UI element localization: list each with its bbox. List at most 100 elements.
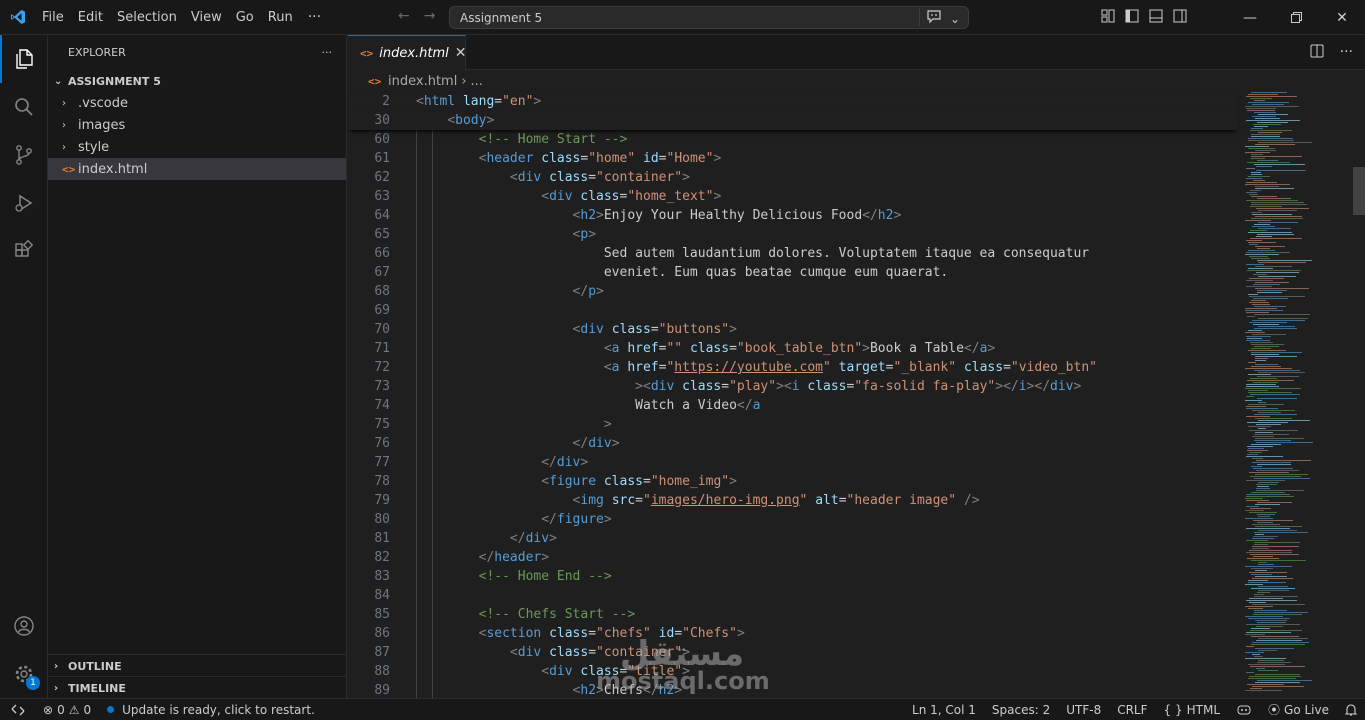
minimap[interactable]	[1241, 92, 1351, 698]
minimap-line	[1254, 656, 1263, 657]
chevron-down-icon[interactable]: ⌄	[950, 12, 960, 26]
code-line[interactable]: 80 </figure>	[348, 510, 1238, 529]
menu-selection[interactable]: Selection	[110, 0, 184, 35]
minimap-line	[1245, 254, 1279, 255]
encoding[interactable]: UTF-8	[1058, 703, 1109, 717]
code-line[interactable]: 69	[348, 301, 1238, 320]
minimap-line	[1258, 562, 1267, 563]
code-line[interactable]: 82 </header>	[348, 548, 1238, 567]
minimap-line	[1254, 314, 1310, 315]
close-icon[interactable]: ✕	[455, 45, 467, 61]
code-line[interactable]: 79 <img src="images/hero-img.png" alt="h…	[348, 491, 1238, 510]
more-actions-button[interactable]: ···	[1340, 44, 1353, 62]
code-line[interactable]: 78 <figure class="home_img">	[348, 472, 1238, 491]
code-line[interactable]: 66 Sed autem laudantium dolores. Volupta…	[348, 244, 1238, 263]
code-line[interactable]: 65 <p>	[348, 225, 1238, 244]
editor-area: <> index.html ✕ ··· <> index.html › ... …	[348, 35, 1365, 698]
sticky-scroll-line[interactable]: 30 <body>	[348, 111, 1238, 130]
sticky-scroll-line[interactable]: 2 <html lang="en">	[348, 92, 1238, 111]
language-mode[interactable]: { } HTML	[1156, 703, 1229, 717]
code-line[interactable]: 63 <div class="home_text">	[348, 187, 1238, 206]
code-line[interactable]: 64 <h2>Enjoy Your Healthy Delicious Food…	[348, 206, 1238, 225]
command-center[interactable]: Assignment 5 ⌄	[449, 6, 969, 29]
code-line[interactable]: 73 ><div class="play"><i class="fa-solid…	[348, 377, 1238, 396]
minimap-line	[1257, 662, 1291, 663]
copilot-chat-icon[interactable]	[926, 10, 942, 27]
accounts-icon[interactable]	[0, 602, 48, 650]
code-line[interactable]: 76 </div>	[348, 434, 1238, 453]
tree-folder-vscode[interactable]: › .vscode	[48, 92, 346, 114]
minimap-line	[1253, 298, 1288, 299]
code-line[interactable]: 77 </div>	[348, 453, 1238, 472]
code-line[interactable]: 68 </p>	[348, 282, 1238, 301]
go-live-button[interactable]: ⦿ Go Live	[1260, 701, 1337, 718]
problems-indicator[interactable]: ⊗ 0 ⚠ 0	[35, 703, 99, 717]
cursor-position[interactable]: Ln 1, Col 1	[904, 703, 984, 717]
code-line[interactable]: 67 eveniet. Eum quas beatae cumque eum q…	[348, 263, 1238, 282]
update-notification[interactable]: Update is ready, click to restart.	[99, 703, 323, 717]
explorer-icon[interactable]	[0, 35, 48, 83]
line-source: <!-- Home End -->	[478, 569, 612, 584]
breadcrumb-file[interactable]: index.html	[388, 74, 457, 89]
minimap-line	[1254, 542, 1300, 543]
tab-index-html[interactable]: <> index.html ✕	[348, 35, 467, 70]
copilot-status-icon[interactable]	[1228, 703, 1260, 717]
code-line[interactable]: 61 <header class="home" id="Home">	[348, 149, 1238, 168]
indentation[interactable]: Spaces: 2	[984, 703, 1058, 717]
tree-file-index-html[interactable]: <> index.html	[48, 158, 346, 180]
workspace-folder[interactable]: ⌄ ASSIGNMENT 5	[48, 70, 346, 92]
code-line[interactable]: 60 <!-- Home Start -->	[348, 130, 1238, 149]
source-control-icon[interactable]	[0, 131, 48, 179]
menu-go[interactable]: Go	[229, 0, 261, 35]
menu-more-button[interactable]: ···	[300, 9, 329, 25]
split-editor-icon[interactable]	[1310, 44, 1324, 62]
line-number: 67	[374, 265, 390, 280]
extensions-icon[interactable]	[0, 227, 48, 275]
toggle-secondary-sidebar-icon[interactable]	[1173, 9, 1187, 27]
manage-gear-icon[interactable]: 1	[0, 650, 48, 698]
menu-file[interactable]: File	[35, 0, 71, 35]
tree-folder-images[interactable]: › images	[48, 114, 346, 136]
customize-layout-icon[interactable]	[1101, 9, 1115, 27]
breadcrumb-rest[interactable]: ...	[471, 74, 483, 89]
broadcast-icon: ⦿	[1268, 703, 1281, 717]
toggle-panel-icon[interactable]	[1149, 9, 1163, 27]
code-line[interactable]: 85 <!-- Chefs Start -->	[348, 605, 1238, 624]
arrow-right-icon[interactable]: →	[424, 8, 436, 24]
timeline-section[interactable]: › TIMELINE	[48, 676, 347, 699]
code-editor[interactable]: 2 <html lang="en"> 30 <body> 60 <!-- Home S…	[348, 92, 1238, 698]
code-line[interactable]: 72 <a href="https://youtube.com" target=…	[348, 358, 1238, 377]
code-line[interactable]: 62 <div class="container">	[348, 168, 1238, 187]
minimap-line	[1246, 496, 1294, 497]
notifications-bell-icon[interactable]	[1337, 703, 1365, 717]
code-line[interactable]: 86 <section class="chefs" id="Chefs">	[348, 624, 1238, 643]
code-line[interactable]: 81 </div>	[348, 529, 1238, 548]
code-line[interactable]: 88 <div class="title">	[348, 662, 1238, 681]
outline-section[interactable]: › OUTLINE	[48, 654, 347, 677]
code-line[interactable]: 84	[348, 586, 1238, 605]
explorer-more-button[interactable]: ···	[322, 46, 333, 59]
code-line[interactable]: 75 >	[348, 415, 1238, 434]
arrow-left-icon[interactable]: ←	[398, 8, 410, 24]
minimize-button[interactable]: —	[1227, 0, 1273, 35]
code-line[interactable]: 87 <div class="container">	[348, 643, 1238, 662]
minimap-line	[1249, 452, 1262, 453]
end-of-line[interactable]: CRLF	[1109, 703, 1155, 717]
restore-button[interactable]	[1273, 0, 1319, 35]
search-icon[interactable]	[0, 83, 48, 131]
run-and-debug-icon[interactable]	[0, 179, 48, 227]
minimap-line	[1253, 536, 1278, 537]
code-line[interactable]: 83 <!-- Home End -->	[348, 567, 1238, 586]
menu-view[interactable]: View	[184, 0, 229, 35]
line-source: </figure>	[541, 512, 612, 527]
menu-edit[interactable]: Edit	[71, 0, 110, 35]
code-line[interactable]: 71 <a href="" class="book_table_btn">Boo…	[348, 339, 1238, 358]
remote-icon[interactable]	[0, 699, 35, 720]
close-window-button[interactable]: ✕	[1319, 0, 1365, 35]
menu-run[interactable]: Run	[261, 0, 300, 35]
code-line[interactable]: 74 Watch a Video</a	[348, 396, 1238, 415]
vertical-scrollbar[interactable]	[1353, 167, 1365, 215]
toggle-primary-sidebar-icon[interactable]	[1125, 9, 1139, 27]
code-line[interactable]: 70 <div class="buttons">	[348, 320, 1238, 339]
tree-folder-style[interactable]: › style	[48, 136, 346, 158]
